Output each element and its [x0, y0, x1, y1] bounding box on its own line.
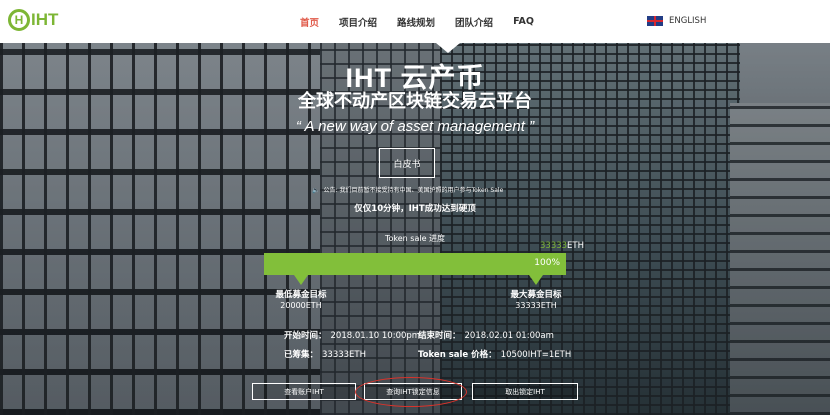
whitepaper-button[interactable]: 白皮书 [379, 148, 435, 178]
raised-total: 已筹集： 33333ETH [284, 348, 366, 360]
hero-tagline: “ A new way of asset management ” [295, 118, 535, 135]
sale-progress-label: Token sale 进度 [384, 234, 446, 243]
raised-amount-unit: ETH [567, 241, 585, 251]
nav-item-team[interactable]: 团队介绍 [455, 15, 493, 29]
highlight-circle-annotation [355, 377, 467, 407]
hard-cap-marker-icon [529, 275, 543, 285]
nav-item-home[interactable]: 首页 [300, 15, 319, 29]
token-price: Token sale 价格： 10500IHT=1ETH [418, 348, 571, 360]
sale-progress-bar: 100% [264, 253, 566, 275]
speaker-icon: 🔈 [312, 187, 320, 194]
token-price-label: Token sale 价格： [418, 350, 497, 360]
hard-cap-value: 33333ETH [515, 301, 557, 310]
nav-item-roadmap[interactable]: 路线规划 [397, 15, 435, 29]
soft-cap-target: 最低募金目标 20000ETH [256, 288, 346, 310]
end-time: 结束时间： 2018.02.01 01:00am [418, 329, 554, 341]
raised-amount-number: 33333 [540, 241, 568, 251]
top-header: H IHT 首页 项目介绍 路线规划 团队介绍 FAQ ENGLISH [0, 0, 830, 43]
logo[interactable]: H IHT [8, 9, 58, 31]
hard-cap-target: 最大募金目标 33333ETH [491, 288, 581, 310]
end-time-value: 2018.02.01 01:00am [464, 331, 554, 341]
hardcap-reached-text: 仅仅10分钟，IHT成功达到硬顶 [354, 204, 476, 214]
raised-total-label: 已筹集： [284, 350, 319, 360]
language-switch[interactable]: ENGLISH [647, 16, 706, 26]
start-time-value: 2018.01.10 10:00pm [330, 331, 421, 341]
hard-cap-label: 最大募金目标 [510, 290, 562, 300]
language-label: ENGLISH [669, 16, 707, 26]
end-time-label: 结束时间： [418, 331, 461, 341]
unlock-iht-button[interactable]: 取出锁定IHT [472, 383, 578, 400]
view-account-iht-button[interactable]: 查看账户IHT [252, 383, 356, 400]
sale-progress-fill [264, 253, 566, 275]
raised-amount-top: 33333ETH [540, 241, 584, 251]
main-nav: 首页 项目介绍 路线规划 团队介绍 FAQ [300, 0, 534, 43]
announcement-prefix: 公告: [323, 187, 338, 194]
nav-item-faq[interactable]: FAQ [513, 16, 534, 27]
raised-total-value: 33333ETH [322, 350, 367, 360]
token-price-value: 10500IHT=1ETH [500, 350, 572, 360]
start-time: 开始时间： 2018.01.10 10:00pm [284, 329, 420, 341]
sale-progress-percent: 100% [534, 258, 560, 268]
active-nav-indicator [436, 43, 460, 53]
uk-flag-icon [647, 16, 663, 26]
announcement: 🔈 公告: 我们目前暂不接受持有中国、美国护照的用户参与Token Sale [312, 185, 542, 194]
logo-circle-icon: H [8, 9, 30, 31]
soft-cap-label: 最低募金目标 [275, 290, 327, 300]
hero-subtitle: 全球不动产区块链交易云平台 [298, 91, 532, 112]
start-time-label: 开始时间： [284, 331, 327, 341]
logo-text: IHT [31, 10, 59, 29]
soft-cap-value: 20000ETH [280, 301, 322, 310]
announcement-text: 我们目前暂不接受持有中国、美国护照的用户参与Token Sale [339, 187, 504, 194]
soft-cap-marker-icon [294, 275, 308, 285]
nav-item-project[interactable]: 项目介绍 [339, 15, 377, 29]
